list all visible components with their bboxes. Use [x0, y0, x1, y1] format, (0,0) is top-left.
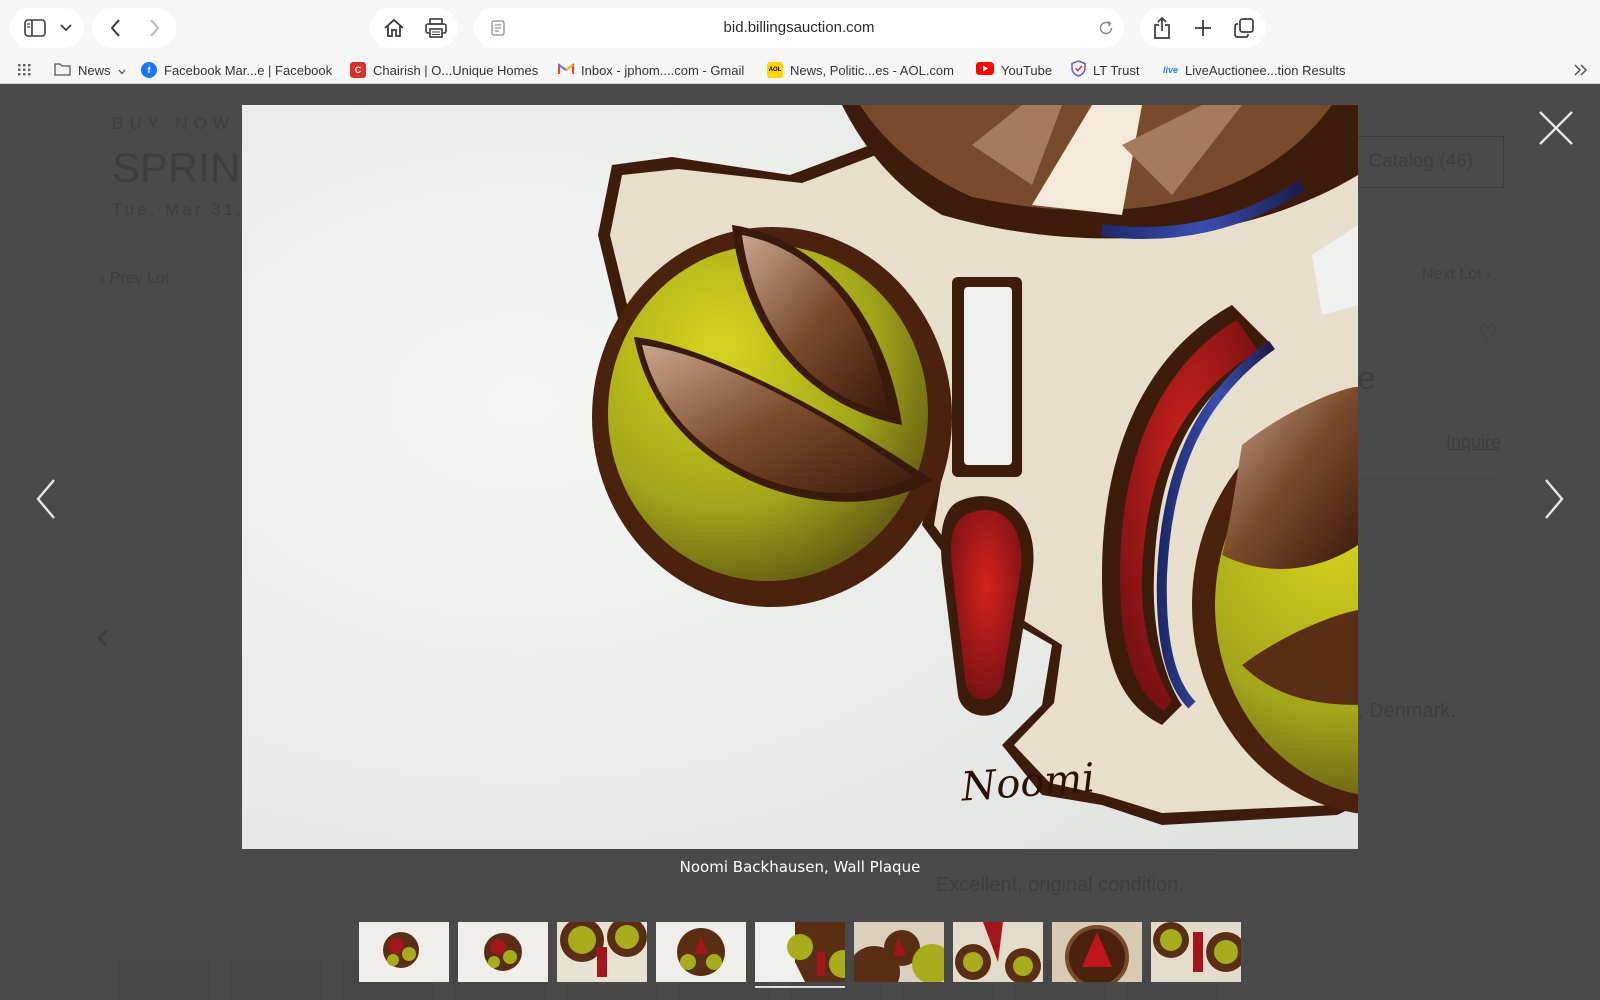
apps-grid-icon[interactable]	[18, 59, 32, 81]
home-icon[interactable]	[374, 8, 414, 48]
home-print-group	[370, 8, 458, 48]
shield-icon	[1071, 60, 1086, 80]
lot-condition: Excellent, original condition.	[936, 874, 1184, 896]
bookmark-facebook[interactable]: f Facebook Mar...e | Facebook	[141, 59, 332, 81]
more-bookmarks-icon[interactable]	[1574, 59, 1588, 81]
wall-plaque-photo: Noomi	[242, 105, 1358, 849]
bookmark-gmail[interactable]: Inbox - jphom....com - Gmail	[558, 59, 744, 81]
next-lot-link[interactable]: Next Lot ›	[1422, 266, 1491, 284]
aol-icon: AOL	[767, 62, 783, 78]
chevron-down-icon[interactable]	[54, 8, 78, 48]
divider	[1345, 478, 1503, 479]
youtube-icon	[976, 62, 994, 78]
bookmark-label: Chairish | O...Unique Homes	[373, 62, 539, 78]
print-icon[interactable]	[416, 8, 456, 48]
chevron-right-icon[interactable]	[1540, 476, 1570, 522]
bookmark-label: News, Politic...es - AOL.com	[790, 62, 954, 78]
thumbnail-strip	[359, 922, 1241, 988]
share-group	[1140, 8, 1266, 48]
thumbnail[interactable]	[1052, 922, 1142, 988]
thumbnail-active[interactable]	[755, 922, 845, 988]
buy-now-label: BUY NOW	[112, 114, 235, 133]
image-caption: Noomi Backhausen, Wall Plaque	[679, 858, 921, 876]
bookmark-label: YouTube	[1001, 62, 1053, 78]
heart-icon[interactable]: ♡	[1478, 320, 1498, 346]
reload-icon[interactable]	[1094, 8, 1118, 48]
signature-text: Noomi	[959, 755, 1097, 810]
share-icon[interactable]	[1142, 8, 1182, 48]
liveauctioneers-icon: live	[1163, 65, 1179, 75]
tab-overview-icon[interactable]	[1224, 8, 1264, 48]
thumbnail[interactable]	[953, 922, 1043, 988]
inquire-link[interactable]: Inquire	[1446, 432, 1501, 453]
sidebar-toggle-group	[10, 8, 84, 48]
gmail-icon	[558, 62, 574, 78]
thumbnail[interactable]	[458, 922, 548, 988]
bookmark-chairish[interactable]: C Chairish | O...Unique Homes	[350, 59, 538, 81]
url-text: bid.billingsauction.com	[723, 19, 875, 36]
bookmark-label: LT Trust	[1093, 62, 1140, 78]
lot-origin: , Denmark.	[1358, 700, 1456, 722]
thumbnail[interactable]	[854, 922, 944, 988]
history-nav-group	[92, 8, 176, 48]
bookmark-label: Inbox - jphom....com - Gmail	[581, 62, 745, 78]
new-tab-icon[interactable]	[1183, 8, 1223, 48]
close-icon[interactable]	[1536, 108, 1576, 148]
chevron-down-icon	[118, 63, 126, 78]
thumbnail[interactable]	[656, 922, 746, 988]
folder-icon	[54, 62, 71, 79]
browser-toolbar: bid.billingsauction.com	[0, 0, 1600, 56]
prev-lot-label: Prev Lot	[109, 270, 170, 287]
bookmark-label: LiveAuctionee...tion Results	[1185, 62, 1346, 78]
bookmark-liveauctioneers[interactable]: live LiveAuctionee...tion Results	[1163, 59, 1345, 81]
facebook-icon: f	[141, 62, 157, 78]
address-bar[interactable]: bid.billingsauction.com	[474, 8, 1124, 48]
bookmark-folder-news[interactable]: News	[54, 59, 126, 81]
bookmark-lt-trust[interactable]: LT Trust	[1071, 59, 1139, 81]
bookmark-label: Facebook Mar...e | Facebook	[164, 62, 333, 78]
thumbnail[interactable]	[1151, 922, 1241, 988]
next-lot-label: Next Lot	[1422, 266, 1482, 283]
bookmarks-bar: News f Facebook Mar...e | Facebook C Cha…	[0, 56, 1600, 84]
forward-icon[interactable]	[136, 8, 172, 48]
bookmark-aol[interactable]: AOL News, Politic...es - AOL.com	[767, 59, 954, 81]
thumbnail[interactable]	[359, 922, 449, 988]
chevron-left-icon: ‹	[96, 614, 110, 658]
sidebar-icon[interactable]	[18, 8, 52, 48]
bookmark-label: News	[78, 62, 111, 78]
lightbox-image: Noomi	[242, 105, 1358, 849]
bookmark-youtube[interactable]: YouTube	[976, 59, 1052, 81]
prev-lot-link[interactable]: ‹ Prev Lot	[100, 270, 169, 288]
back-icon[interactable]	[98, 8, 134, 48]
thumbnail[interactable]	[557, 922, 647, 988]
chairish-icon: C	[350, 62, 366, 78]
chevron-left-icon[interactable]	[30, 476, 60, 522]
